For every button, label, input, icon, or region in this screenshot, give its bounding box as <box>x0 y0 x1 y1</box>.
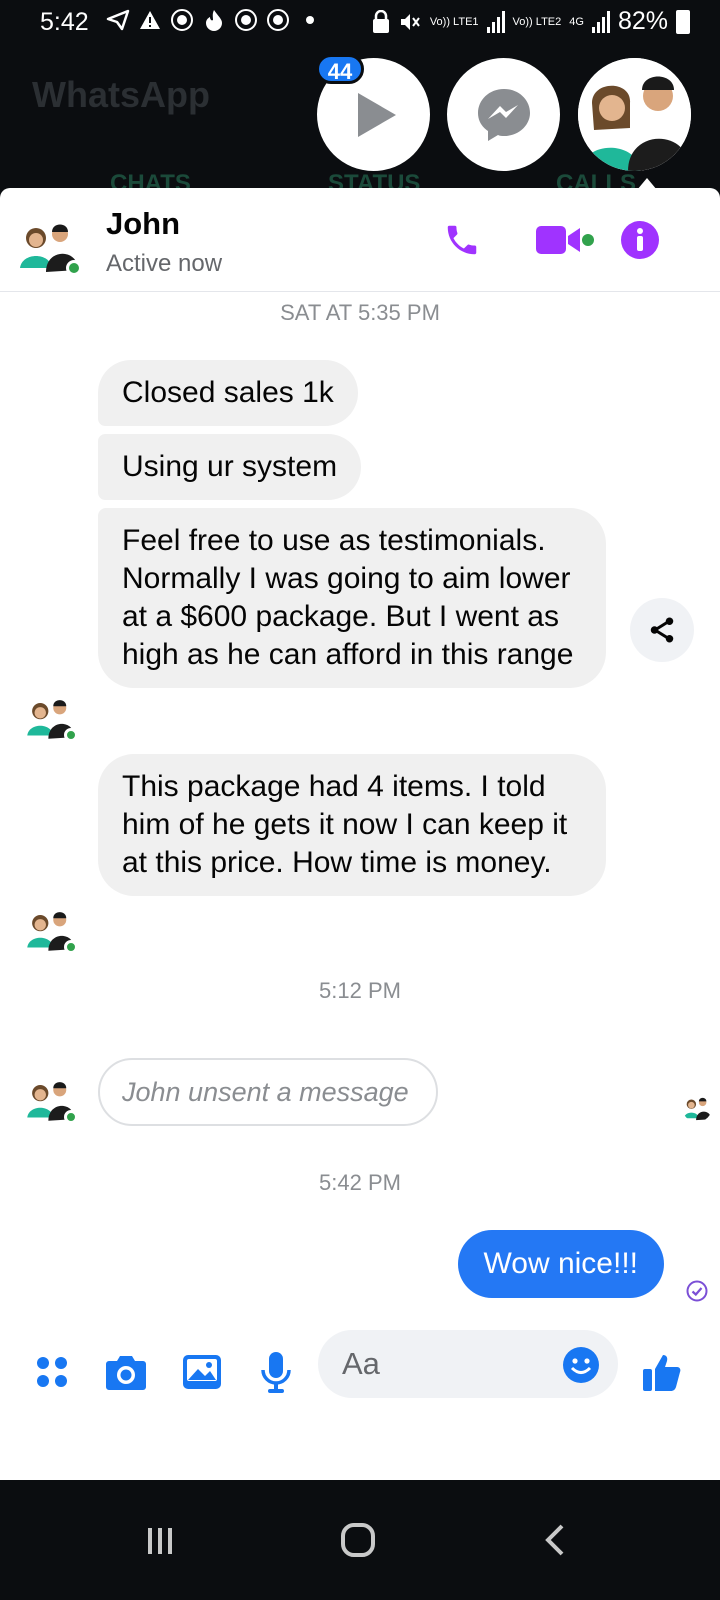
notification-icons <box>106 8 314 32</box>
background-app-title: WhatsApp <box>32 74 210 115</box>
share-button[interactable] <box>630 598 694 662</box>
messenger-chat-head[interactable] <box>447 58 560 171</box>
composer: Aa <box>0 1330 720 1410</box>
sender-avatar <box>24 1072 78 1124</box>
alert-icon <box>140 11 160 29</box>
seen-avatar <box>682 1092 712 1122</box>
camera-button[interactable] <box>104 1350 148 1394</box>
online-indicator <box>64 728 78 742</box>
timestamp-542: 5:42 PM <box>319 1170 401 1195</box>
app-badge-icon <box>171 9 193 31</box>
more-notifications-dot <box>306 16 314 24</box>
tinder-icon <box>206 10 222 31</box>
video-camera-icon <box>536 226 580 254</box>
phone-icon <box>447 225 477 255</box>
microphone-icon <box>261 1352 291 1393</box>
chat-header: John Active now <box>0 188 720 292</box>
play-icon <box>357 92 396 137</box>
john-avatar-photo <box>578 58 691 171</box>
message-bubble-3[interactable]: Feel free to use as testimonials. Normal… <box>98 508 606 688</box>
navigation-bar <box>0 1480 720 1600</box>
back-icon[interactable] <box>532 1520 580 1560</box>
message-bubble-4[interactable]: This package had 4 items. I told him of … <box>98 754 606 896</box>
system-icons: Vo)) LTE1 Vo)) LTE2 4G 82% <box>372 7 690 36</box>
message-input-placeholder: Aa <box>342 1346 380 1381</box>
info-icon <box>621 221 659 259</box>
sender-avatar <box>24 902 78 954</box>
thumbs-up-icon <box>643 1355 681 1391</box>
lock-icon <box>372 9 389 33</box>
messenger-icon <box>477 88 530 141</box>
app-badge-icon-2 <box>235 9 257 31</box>
recent-apps-icon[interactable] <box>136 1520 184 1560</box>
image-icon <box>183 1355 221 1389</box>
screen: 5:42 Vo)) LTE1 Vo)) LTE2 4G 82% WhatsApp… <box>0 0 720 1600</box>
chat-head-badge: 44 <box>316 54 364 84</box>
sent-check-icon <box>686 1280 708 1302</box>
info-button[interactable] <box>618 218 662 262</box>
contact-name[interactable]: John <box>106 206 180 242</box>
network-label: 4G <box>569 15 584 28</box>
status-bar: 5:42 Vo)) LTE1 Vo)) LTE2 4G 82% <box>0 0 720 44</box>
sim2-label: Vo)) LTE2 <box>512 15 562 28</box>
camera-icon <box>106 1356 146 1390</box>
telegram-icon <box>106 9 130 31</box>
call-button[interactable] <box>440 218 484 262</box>
contact-avatar[interactable] <box>16 212 82 276</box>
online-indicator <box>66 260 82 276</box>
timestamp-sat: SAT AT 5:35 PM <box>280 300 440 325</box>
online-indicator <box>64 1110 78 1124</box>
message-bubble-2[interactable]: Using ur system <box>98 434 362 500</box>
like-button[interactable] <box>640 1350 684 1394</box>
app-badge-icon-3 <box>267 9 289 31</box>
contact-status: Active now <box>106 250 223 277</box>
john-chat-head[interactable] <box>578 58 691 171</box>
share-icon <box>650 617 674 643</box>
john-avatar-photo <box>682 1092 712 1122</box>
battery-icon <box>676 9 690 34</box>
signal-icon-2 <box>591 10 610 33</box>
unsent-message[interactable]: John unsent a message <box>98 1058 438 1126</box>
message-bubble-1[interactable]: Closed sales 1k <box>98 360 358 426</box>
emoji-icon[interactable] <box>562 1346 600 1384</box>
sender-avatar <box>24 690 78 742</box>
sim1-label: Vo)) LTE1 <box>429 15 479 28</box>
outgoing-message[interactable]: Wow nice!!! <box>457 1230 664 1298</box>
status-time: 5:42 <box>40 8 89 36</box>
signal-icon <box>486 10 505 33</box>
mute-icon <box>400 13 420 30</box>
grid-dots-icon <box>37 1357 67 1387</box>
more-actions-button[interactable] <box>30 1350 74 1394</box>
timestamp-512: 5:12 PM <box>319 978 401 1003</box>
message-input[interactable]: Aa <box>318 1330 618 1398</box>
home-icon[interactable] <box>334 1520 382 1560</box>
video-active-dot <box>582 234 594 246</box>
online-indicator <box>64 940 78 954</box>
voice-button[interactable] <box>254 1350 298 1394</box>
battery-percent: 82% <box>617 7 668 35</box>
gallery-button[interactable] <box>180 1350 224 1394</box>
